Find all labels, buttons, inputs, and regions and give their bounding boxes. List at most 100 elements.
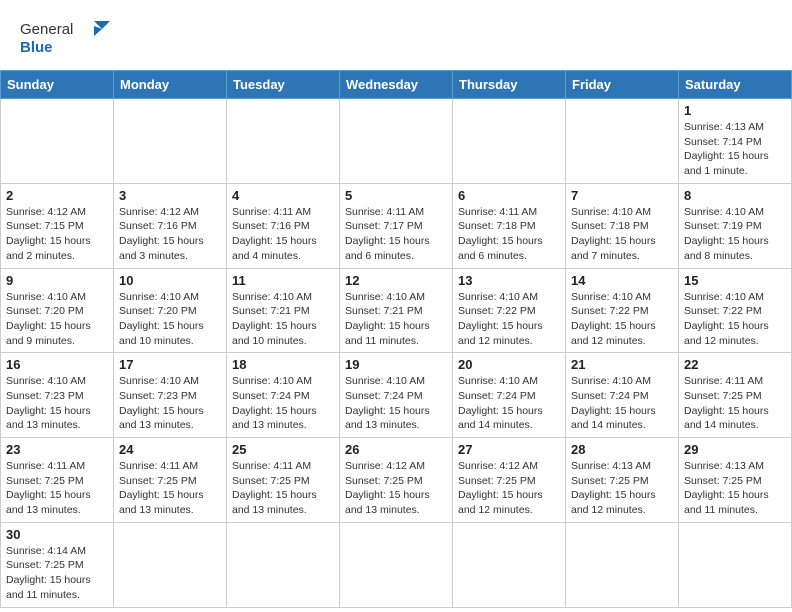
day-cell [227, 99, 340, 184]
weekday-header-wednesday: Wednesday [340, 71, 453, 99]
day-number: 13 [458, 273, 560, 288]
day-info: Sunrise: 4:10 AM Sunset: 7:21 PM Dayligh… [345, 290, 447, 349]
day-info: Sunrise: 4:11 AM Sunset: 7:25 PM Dayligh… [232, 459, 334, 518]
day-cell [566, 99, 679, 184]
day-cell: 7 Sunrise: 4:10 AM Sunset: 7:18 PM Daylig… [566, 183, 679, 268]
day-info: Sunrise: 4:12 AM Sunset: 7:15 PM Dayligh… [6, 205, 108, 264]
day-number: 26 [345, 442, 447, 457]
day-number: 4 [232, 188, 334, 203]
day-cell: 3 Sunrise: 4:12 AM Sunset: 7:16 PM Daylig… [114, 183, 227, 268]
svg-text:Blue: Blue [20, 39, 53, 56]
day-number: 12 [345, 273, 447, 288]
day-cell [227, 522, 340, 607]
day-number: 15 [684, 273, 786, 288]
week-row-5: 23 Sunrise: 4:11 AM Sunset: 7:25 PM Dayli… [1, 438, 792, 523]
day-number: 14 [571, 273, 673, 288]
logo: General Blue [20, 16, 110, 60]
day-cell: 14 Sunrise: 4:10 AM Sunset: 7:22 PM Dayli… [566, 268, 679, 353]
day-cell [679, 522, 792, 607]
day-cell: 6 Sunrise: 4:11 AM Sunset: 7:18 PM Daylig… [453, 183, 566, 268]
week-row-3: 9 Sunrise: 4:10 AM Sunset: 7:20 PM Daylig… [1, 268, 792, 353]
day-info: Sunrise: 4:10 AM Sunset: 7:23 PM Dayligh… [119, 374, 221, 433]
day-number: 22 [684, 357, 786, 372]
weekday-header-monday: Monday [114, 71, 227, 99]
day-cell: 11Sunrise: 4:10 AM Sunset: 7:21 PM Dayli… [227, 268, 340, 353]
header: General Blue [0, 0, 792, 70]
day-cell: 9Sunrise: 4:10 AM Sunset: 7:20 PM Daylig… [1, 268, 114, 353]
day-info: Sunrise: 4:11 AM Sunset: 7:18 PM Dayligh… [458, 205, 560, 264]
week-row-6: 30 Sunrise: 4:14 AM Sunset: 7:25 PM Dayli… [1, 522, 792, 607]
day-number: 18 [232, 357, 334, 372]
day-info: Sunrise: 4:10 AM Sunset: 7:23 PM Dayligh… [6, 374, 108, 433]
day-cell: 13Sunrise: 4:10 AM Sunset: 7:22 PM Dayli… [453, 268, 566, 353]
day-cell: 25Sunrise: 4:11 AM Sunset: 7:25 PM Dayli… [227, 438, 340, 523]
day-info: Sunrise: 4:12 AM Sunset: 7:25 PM Dayligh… [458, 459, 560, 518]
day-info: Sunrise: 4:10 AM Sunset: 7:18 PM Dayligh… [571, 205, 673, 264]
day-info: Sunrise: 4:12 AM Sunset: 7:16 PM Dayligh… [119, 205, 221, 264]
day-cell: 2 Sunrise: 4:12 AM Sunset: 7:15 PM Daylig… [1, 183, 114, 268]
day-info: Sunrise: 4:10 AM Sunset: 7:24 PM Dayligh… [458, 374, 560, 433]
svg-text:General: General [20, 21, 73, 38]
day-cell [453, 522, 566, 607]
day-info: Sunrise: 4:11 AM Sunset: 7:25 PM Dayligh… [684, 374, 786, 433]
day-cell [1, 99, 114, 184]
day-number: 10 [119, 273, 221, 288]
logo-svg: General Blue [20, 16, 110, 60]
day-number: 16 [6, 357, 108, 372]
day-number: 8 [684, 188, 786, 203]
day-number: 11 [232, 273, 334, 288]
day-cell [114, 522, 227, 607]
day-number: 2 [6, 188, 108, 203]
week-row-4: 16 Sunrise: 4:10 AM Sunset: 7:23 PM Dayli… [1, 353, 792, 438]
day-cell: 18Sunrise: 4:10 AM Sunset: 7:24 PM Dayli… [227, 353, 340, 438]
day-cell: 5Sunrise: 4:11 AM Sunset: 7:17 PM Daylig… [340, 183, 453, 268]
day-cell: 23 Sunrise: 4:11 AM Sunset: 7:25 PM Dayli… [1, 438, 114, 523]
day-cell: 19Sunrise: 4:10 AM Sunset: 7:24 PM Dayli… [340, 353, 453, 438]
calendar: SundayMondayTuesdayWednesdayThursdayFrid… [0, 70, 792, 608]
day-number: 24 [119, 442, 221, 457]
day-cell: 16 Sunrise: 4:10 AM Sunset: 7:23 PM Dayli… [1, 353, 114, 438]
weekday-header-sunday: Sunday [1, 71, 114, 99]
day-cell [340, 522, 453, 607]
day-cell: 24 Sunrise: 4:11 AM Sunset: 7:25 PM Dayli… [114, 438, 227, 523]
day-info: Sunrise: 4:13 AM Sunset: 7:25 PM Dayligh… [571, 459, 673, 518]
day-info: Sunrise: 4:11 AM Sunset: 7:16 PM Dayligh… [232, 205, 334, 264]
day-number: 23 [6, 442, 108, 457]
day-number: 21 [571, 357, 673, 372]
day-cell: 17 Sunrise: 4:10 AM Sunset: 7:23 PM Dayli… [114, 353, 227, 438]
day-info: Sunrise: 4:10 AM Sunset: 7:24 PM Dayligh… [345, 374, 447, 433]
day-number: 27 [458, 442, 560, 457]
weekday-header-tuesday: Tuesday [227, 71, 340, 99]
day-cell [453, 99, 566, 184]
day-number: 7 [571, 188, 673, 203]
day-number: 9 [6, 273, 108, 288]
day-cell: 4 Sunrise: 4:11 AM Sunset: 7:16 PM Daylig… [227, 183, 340, 268]
day-cell [340, 99, 453, 184]
day-info: Sunrise: 4:11 AM Sunset: 7:25 PM Dayligh… [6, 459, 108, 518]
day-cell: 1Sunrise: 4:13 AM Sunset: 7:14 PM Daylig… [679, 99, 792, 184]
weekday-header-friday: Friday [566, 71, 679, 99]
day-number: 1 [684, 103, 786, 118]
weekday-header-thursday: Thursday [453, 71, 566, 99]
day-info: Sunrise: 4:10 AM Sunset: 7:20 PM Dayligh… [119, 290, 221, 349]
day-number: 17 [119, 357, 221, 372]
day-cell: 10 Sunrise: 4:10 AM Sunset: 7:20 PM Dayli… [114, 268, 227, 353]
day-cell [114, 99, 227, 184]
day-number: 6 [458, 188, 560, 203]
day-info: Sunrise: 4:10 AM Sunset: 7:19 PM Dayligh… [684, 205, 786, 264]
day-cell: 28Sunrise: 4:13 AM Sunset: 7:25 PM Dayli… [566, 438, 679, 523]
week-row-1: 1Sunrise: 4:13 AM Sunset: 7:14 PM Daylig… [1, 99, 792, 184]
day-cell: 21 Sunrise: 4:10 AM Sunset: 7:24 PM Dayli… [566, 353, 679, 438]
day-info: Sunrise: 4:14 AM Sunset: 7:25 PM Dayligh… [6, 544, 108, 603]
day-info: Sunrise: 4:11 AM Sunset: 7:25 PM Dayligh… [119, 459, 221, 518]
day-cell [566, 522, 679, 607]
day-cell: 8 Sunrise: 4:10 AM Sunset: 7:19 PM Daylig… [679, 183, 792, 268]
day-number: 30 [6, 527, 108, 542]
day-cell: 12 Sunrise: 4:10 AM Sunset: 7:21 PM Dayli… [340, 268, 453, 353]
day-cell: 26 Sunrise: 4:12 AM Sunset: 7:25 PM Dayli… [340, 438, 453, 523]
day-info: Sunrise: 4:10 AM Sunset: 7:24 PM Dayligh… [571, 374, 673, 433]
day-cell: 20Sunrise: 4:10 AM Sunset: 7:24 PM Dayli… [453, 353, 566, 438]
day-info: Sunrise: 4:10 AM Sunset: 7:22 PM Dayligh… [571, 290, 673, 349]
day-number: 3 [119, 188, 221, 203]
day-info: Sunrise: 4:12 AM Sunset: 7:25 PM Dayligh… [345, 459, 447, 518]
